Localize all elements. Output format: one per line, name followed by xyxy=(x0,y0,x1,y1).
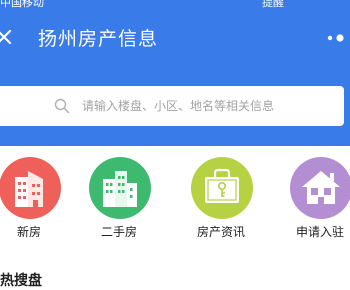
menu-item-second-hand-house[interactable]: 二手房 xyxy=(84,157,154,241)
more-icon[interactable] xyxy=(326,33,350,43)
menu-item-label: 新房 xyxy=(16,225,41,239)
property-news-icon xyxy=(191,157,253,219)
menu-item-label: 房产资讯 xyxy=(196,225,245,239)
new-house-icon xyxy=(0,157,61,219)
search-input[interactable] xyxy=(82,86,332,126)
app-header: 中国移动 提醒 扬州房产信息 xyxy=(0,0,350,146)
menu-item-property-news[interactable]: 房产资讯 xyxy=(186,157,256,241)
status-bar-carrier: 中国移动 xyxy=(0,0,44,9)
section-title-hot-search: 热搜盘 xyxy=(0,273,42,289)
menu-item-label: 申请入驻 xyxy=(295,225,344,239)
search-icon xyxy=(54,98,70,114)
search-bar[interactable] xyxy=(0,86,344,126)
close-icon[interactable] xyxy=(0,29,12,45)
status-bar-right: 提醒 xyxy=(262,0,284,9)
page-title: 扬州房产信息 xyxy=(38,28,159,50)
apply-join-icon xyxy=(290,157,350,219)
menu-item-apply-join[interactable]: 申请入驻 xyxy=(285,157,350,241)
menu-item-label: 二手房 xyxy=(100,225,137,239)
second-hand-house-icon xyxy=(89,157,151,219)
menu-item-new-house[interactable]: 新房 xyxy=(0,157,64,241)
